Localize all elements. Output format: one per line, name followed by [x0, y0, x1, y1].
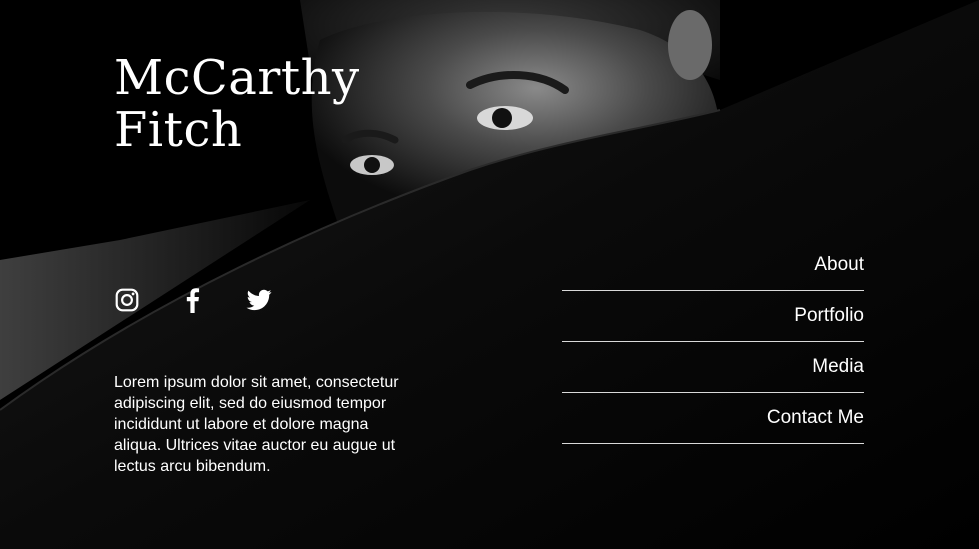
instagram-link[interactable] — [114, 287, 140, 313]
site-title: McCarthy Fitch — [114, 52, 360, 156]
site-title-line2: Fitch — [114, 102, 243, 158]
facebook-icon — [186, 288, 200, 313]
nav-link-media[interactable]: Media — [812, 356, 864, 378]
social-links — [114, 287, 312, 313]
page: McCarthy Fitch Lorem ipsum dolor sit ame… — [0, 0, 979, 549]
nav-link-contact[interactable]: Contact Me — [767, 407, 864, 429]
main-nav: About Portfolio Media Contact Me — [562, 240, 864, 444]
nav-item-about: About — [562, 240, 864, 291]
site-title-line1: McCarthy — [114, 50, 360, 106]
nav-item-media: Media — [562, 342, 864, 393]
twitter-icon — [246, 289, 272, 311]
facebook-link[interactable] — [180, 287, 206, 313]
nav-item-contact: Contact Me — [562, 393, 864, 444]
nav-link-about[interactable]: About — [814, 254, 864, 276]
nav-link-portfolio[interactable]: Portfolio — [794, 305, 864, 327]
nav-item-portfolio: Portfolio — [562, 291, 864, 342]
bio-text: Lorem ipsum dolor sit amet, consectetur … — [114, 374, 399, 475]
twitter-link[interactable] — [246, 287, 272, 313]
instagram-icon — [115, 288, 139, 312]
